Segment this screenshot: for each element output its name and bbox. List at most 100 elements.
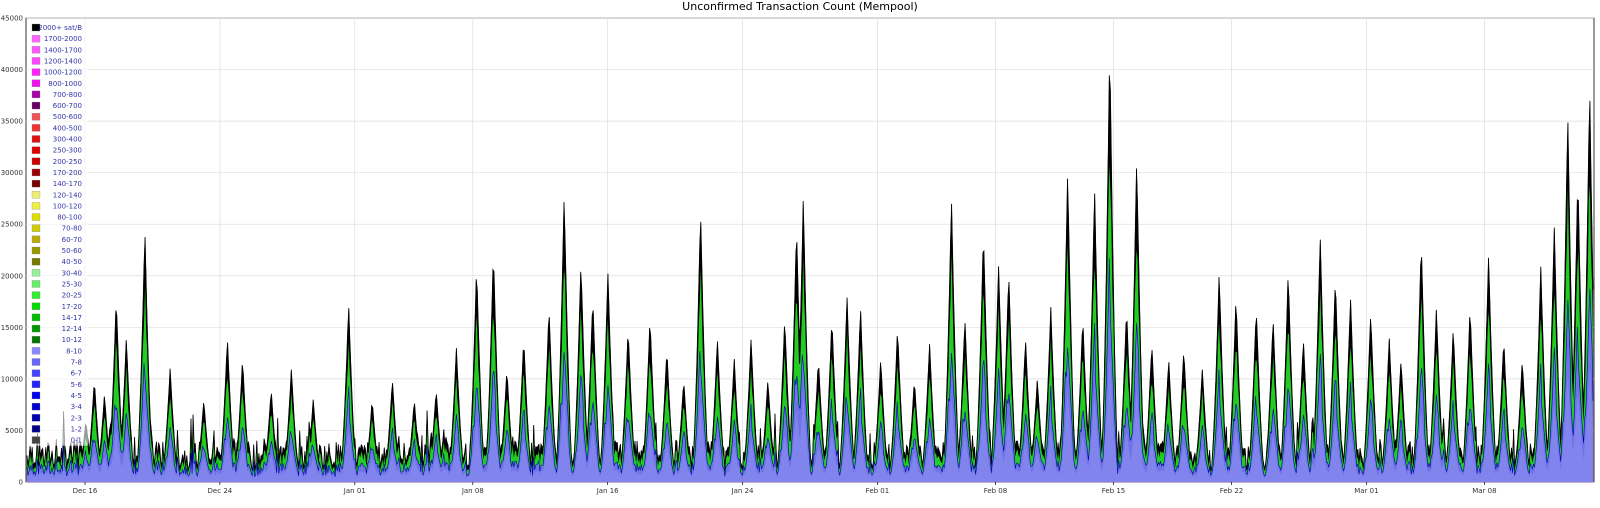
legend-label: 5-6 [71,381,83,389]
legend-swatch [31,202,41,210]
legend-swatch [31,291,41,299]
x-tick-label: Jan 24 [731,487,754,495]
legend-swatch [31,425,41,433]
legend-swatch [31,269,41,277]
legend-swatch [31,46,41,54]
legend-label: 1200-1400 [44,57,82,65]
legend-label: 300-400 [53,136,82,144]
x-tick-label: Feb 08 [984,487,1008,495]
legend-label: 170-200 [53,169,82,177]
legend-swatch [31,402,41,411]
y-tick-label: 45000 [1,15,23,23]
x-tick-label: Jan 08 [461,487,484,495]
chart-plot: 0 5000 10000 15000 20000 25000 30000 35000 40000… [1,15,1595,495]
legend-label: 1000-1200 [44,69,82,77]
x-tick-label: Feb 22 [1220,487,1244,495]
legend-swatch [31,157,41,165]
legend-label: 50-60 [62,247,82,255]
y-tick-label: 10000 [1,375,23,383]
x-tick-label: Feb 15 [1102,487,1126,495]
legend-label: 25-30 [62,280,82,288]
x-tick-label: Feb 01 [866,487,890,495]
legend-swatch [31,235,41,244]
legend-label: 12-14 [62,325,83,333]
legend-swatch [31,280,41,288]
legend-swatch [31,68,41,76]
legend-label: 400-500 [53,124,82,132]
legend-label: 1-2 [71,425,82,433]
y-tick-label: 20000 [1,272,23,280]
legend-swatch [31,313,41,322]
legend-swatch [31,168,41,177]
y-tick-label: 25000 [1,221,23,229]
legend-swatch [31,146,41,154]
legend-swatch [31,380,41,388]
legend-label: 4-5 [71,392,82,400]
legend-label: 70-80 [62,225,82,233]
legend-label: 250-300 [53,147,82,155]
legend-swatch [31,191,41,199]
y-tick-label: 40000 [1,66,23,74]
legend-swatch [31,35,41,43]
grid-lines [25,17,1595,483]
legend-swatch [31,113,41,121]
x-tick-label: Mar 01 [1354,487,1378,495]
legend-label: 40-50 [62,258,82,266]
legend-label: 7-8 [71,359,82,367]
legend-label: 140-170 [53,180,82,188]
y-tick-label: 35000 [1,118,23,126]
legend-label: 60-70 [62,236,82,244]
legend-label: 8-10 [66,347,82,355]
legend-swatch [31,302,41,310]
legend-swatch [31,79,41,87]
legend-label: 1700-2000 [44,35,82,43]
legend-label: 120-140 [53,191,82,199]
legend-label: 800-1000 [48,80,82,88]
legend-label: 500-600 [53,113,82,121]
legend-swatch [31,347,41,355]
legend-label: 2000+ sat/B [38,24,82,32]
legend-swatch [31,135,41,143]
legend-swatch [31,101,41,110]
legend-swatch [31,414,41,422]
legend-swatch [31,90,41,99]
legend-label: 3-4 [71,403,83,411]
x-tick-label: Jan 01 [343,487,366,495]
legend-label: 17-20 [62,303,82,311]
legend-swatch [31,124,41,132]
legend-label: 600-700 [53,102,82,110]
legend-label: 200-250 [53,158,82,166]
legend-label: 2-3 [71,414,82,422]
legend-label: 30-40 [62,269,82,277]
legend-swatch [31,246,41,255]
legend-label: 700-800 [53,91,82,99]
legend-swatch [31,324,41,333]
y-tick-label: 30000 [1,169,23,177]
legend-swatch [31,257,41,266]
y-tick-label: 0 [19,479,23,487]
x-tick-label: Mar 08 [1472,487,1496,495]
x-tick-label: Dec 16 [73,487,98,495]
legend-label: 20-25 [62,292,82,300]
legend-swatch [31,57,41,65]
legend-swatch [31,213,41,221]
legend-swatch [31,391,41,400]
legend-label: 80-100 [57,214,82,222]
legend-swatch [31,179,41,188]
legend-swatch [31,358,41,366]
legend-label: 1400-1700 [44,46,82,54]
legend-label: 100-120 [53,202,82,210]
x-tick-label: Dec 24 [208,487,233,495]
legend-label: 14-17 [62,314,82,322]
legend-swatch [31,436,41,444]
plot-frame [25,17,1595,483]
y-tick-label: 15000 [1,324,23,332]
legend-swatch [31,224,41,232]
legend: 2000+ sat/B 1700-2000 1400-1700 1200-1400 10… [28,20,88,446]
x-tick-label: Jan 16 [596,487,619,495]
legend-label: 10-12 [62,336,82,344]
y-tick-label: 5000 [5,427,23,435]
legend-label: 6-7 [71,370,82,378]
legend-swatch [31,336,41,344]
legend-label: 0-1 [71,437,82,445]
